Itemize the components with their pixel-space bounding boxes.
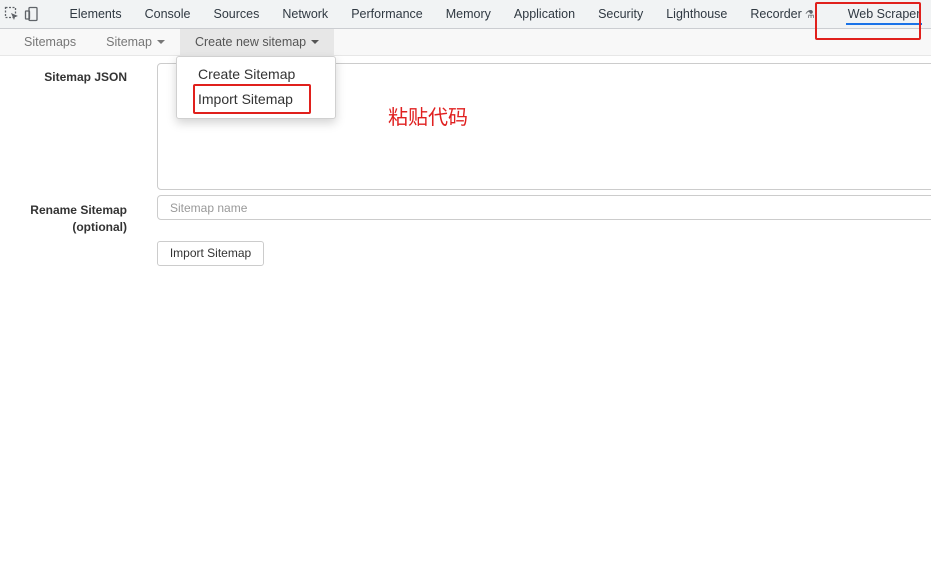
sitemap-json-label: Sitemap JSON: [44, 70, 127, 84]
device-toolbar-icon[interactable]: [24, 5, 40, 23]
rename-sitemap-label: Rename Sitemap (optional): [10, 202, 127, 236]
create-sitemap-dropdown-menu: Create Sitemap Import Sitemap: [176, 56, 336, 119]
tab-console[interactable]: Console: [133, 0, 202, 29]
sitemap-name-input[interactable]: [157, 195, 931, 220]
import-sitemap-button[interactable]: Import Sitemap: [157, 241, 264, 266]
tab-recorder[interactable]: Recorder ⚗: [739, 0, 826, 29]
tab-web-scraper[interactable]: Web Scraper: [836, 0, 931, 29]
devtools-tab-bar: Elements Console Sources Network Perform…: [0, 0, 931, 29]
caret-down-icon: [156, 40, 165, 44]
web-scraper-navbar: Sitemaps Sitemap Create new sitemap: [0, 29, 931, 56]
nav-sitemap-label: Sitemap: [106, 35, 152, 49]
menu-item-import-sitemap[interactable]: Import Sitemap: [177, 87, 335, 112]
tab-elements[interactable]: Elements: [58, 0, 133, 29]
inspect-element-icon[interactable]: [4, 5, 20, 23]
rename-sitemap-label-line2: (optional): [72, 220, 127, 234]
tab-application[interactable]: Application: [502, 0, 586, 29]
nav-create-new-sitemap-label: Create new sitemap: [194, 35, 307, 49]
tab-lighthouse[interactable]: Lighthouse: [655, 0, 739, 29]
nav-sitemaps[interactable]: Sitemaps: [0, 29, 91, 55]
annotation-paste-code-text: 粘贴代码: [388, 105, 468, 129]
nav-sitemap-dropdown[interactable]: Sitemap: [91, 29, 180, 55]
nav-create-new-sitemap-dropdown[interactable]: Create new sitemap: [179, 29, 335, 55]
menu-item-create-sitemap[interactable]: Create Sitemap: [177, 62, 335, 87]
caret-down-icon: [311, 40, 320, 44]
tab-performance[interactable]: Performance: [340, 0, 435, 29]
tab-recorder-label: Recorder: [750, 6, 802, 21]
tab-security[interactable]: Security: [587, 0, 655, 29]
nav-sitemaps-label: Sitemaps: [24, 35, 77, 49]
rename-sitemap-label-line1: Rename Sitemap: [30, 203, 127, 217]
tab-network[interactable]: Network: [271, 0, 340, 29]
flask-icon: ⚗: [804, 8, 815, 21]
tab-memory[interactable]: Memory: [434, 0, 502, 29]
tab-sources[interactable]: Sources: [202, 0, 271, 29]
